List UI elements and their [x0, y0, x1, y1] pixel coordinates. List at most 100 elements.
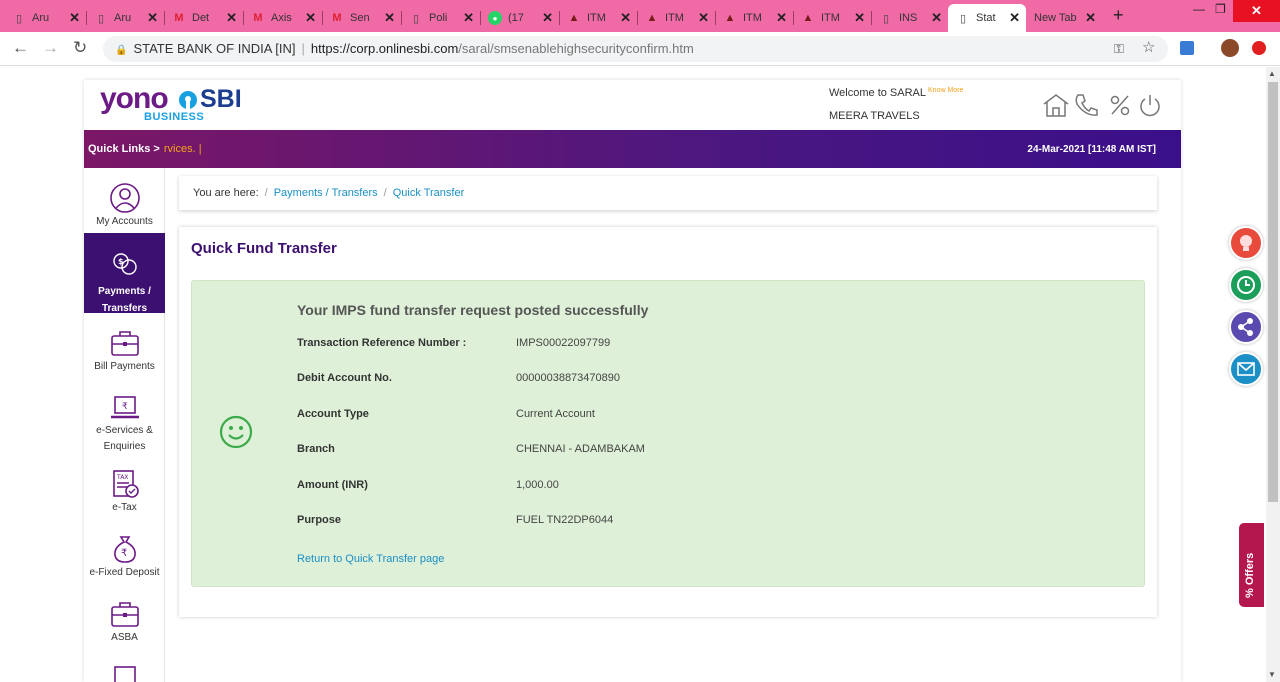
detail-value: Current Account [516, 408, 595, 420]
tab-close-icon[interactable]: ✕ [147, 11, 158, 25]
svg-text:₹: ₹ [122, 402, 128, 412]
browser-tab[interactable]: ▲ ITM ✕ [793, 4, 872, 32]
key-icon[interactable]: ⚿ [1114, 41, 1124, 57]
detail-row: Purpose FUEL TN22DP6044 [297, 514, 613, 526]
tab-close-icon[interactable]: ✕ [854, 11, 865, 25]
detail-row: Amount (INR) 1,000.00 [297, 479, 559, 491]
browser-tab[interactable]: M Axis ✕ [243, 4, 323, 32]
tab-close-icon[interactable]: ✕ [698, 11, 709, 25]
minimize-icon[interactable]: — [1193, 2, 1205, 16]
tab-close-icon[interactable]: ✕ [305, 11, 316, 25]
gmail-icon: M [253, 12, 263, 24]
svg-text:TAX: TAX [116, 474, 128, 481]
money-bag-icon: ₹ [113, 536, 136, 563]
tab-close-icon[interactable]: ✕ [463, 11, 474, 25]
breadcrumb-quick-transfer-link[interactable]: Quick Transfer [393, 187, 465, 199]
lock-icon: 🔒 [115, 45, 128, 56]
sidebar-item-e-tax[interactable]: TAX e-Tax [84, 468, 165, 532]
browser-tab[interactable]: M Sen ✕ [322, 4, 402, 32]
tab-close-icon[interactable]: ✕ [542, 11, 553, 25]
detail-row: Debit Account No. 00000038873470890 [297, 372, 620, 384]
tab-close-icon[interactable]: ✕ [620, 11, 631, 25]
star-icon[interactable]: ☆ [1142, 38, 1155, 56]
sidebar-item-label: My Accounts [96, 216, 153, 227]
back-icon[interactable]: ← [12, 38, 29, 58]
doc-icon: ▯ [15, 12, 23, 25]
tab-close-icon[interactable]: ✕ [384, 11, 395, 25]
url-field[interactable]: 🔒 STATE BANK OF INDIA [IN] | https://corp.o… [103, 36, 1168, 62]
page-content: yono SBI BUSINESS Welcome to SARAL Know M… [0, 67, 1266, 682]
bulb-icon[interactable] [1229, 226, 1263, 260]
offers-tab[interactable]: % Offers [1239, 523, 1264, 607]
new-tab-button[interactable]: + [1113, 5, 1124, 26]
sidebar-item-my-accounts[interactable]: My Accounts [84, 168, 165, 232]
tax-icon: TAX [112, 470, 139, 498]
window-close-button[interactable]: ✕ [1233, 0, 1280, 22]
browser-tab[interactable]: M Det ✕ [164, 4, 244, 32]
know-more-link[interactable]: Know More [928, 87, 963, 94]
history-icon[interactable] [1229, 268, 1263, 302]
quick-fund-transfer-card: Quick Fund Transfer Your IMPS fund trans… [179, 227, 1157, 617]
tab-close-icon[interactable]: ✕ [226, 11, 237, 25]
tab-close-icon[interactable]: ✕ [1009, 11, 1020, 25]
ticker-text: rvices. | [163, 143, 202, 155]
browser-tab[interactable]: ▯ Aru ✕ [4, 4, 87, 32]
tab-close-icon[interactable]: ✕ [931, 11, 942, 25]
sidebar-item-label: e-Services & Enquiries [96, 425, 153, 452]
sidebar-item-asba[interactable]: ASBA [84, 598, 165, 662]
home-icon[interactable] [1042, 92, 1070, 118]
breadcrumb-payments-link[interactable]: Payments / Transfers [274, 187, 378, 199]
doc-icon: ▯ [882, 12, 890, 25]
phone-icon[interactable] [1073, 92, 1099, 118]
return-to-quick-transfer-link[interactable]: Return to Quick Transfer page [297, 553, 444, 565]
browser-tab[interactable]: ▯ Poli ✕ [401, 4, 481, 32]
gmail-icon: M [174, 12, 184, 24]
detail-row: Branch CHENNAI - ADAMBAKAM [297, 443, 645, 455]
scrollbar-thumb[interactable] [1268, 82, 1278, 502]
browser-tab[interactable]: ▯ INS ✕ [871, 4, 948, 32]
sidebar-item-bill-payments[interactable]: Bill Payments [84, 318, 165, 382]
restore-icon[interactable]: ❐ [1215, 2, 1226, 16]
mail-icon[interactable] [1229, 352, 1263, 386]
scroll-down-arrow[interactable]: ▼ [1268, 670, 1276, 679]
svg-text:₹: ₹ [121, 548, 127, 559]
forward-icon[interactable]: → [42, 38, 59, 58]
quick-links[interactable]: Quick Links > rvices. | [88, 143, 202, 155]
detail-label: Purpose [297, 514, 342, 526]
browser-tab[interactable]: ▲ ITM ✕ [637, 4, 716, 32]
browser-tab[interactable]: ▲ ITM ✕ [715, 4, 794, 32]
browser-tab[interactable]: ● (17 ✕ [480, 4, 560, 32]
detail-value: CHENNAI - ADAMBAKAM [516, 443, 645, 455]
detail-label: Debit Account No. [297, 372, 392, 384]
doc-icon: ▯ [959, 12, 967, 25]
browser-tab[interactable]: ▯ Aru ✕ [86, 4, 165, 32]
browser-tab[interactable]: ▲ ITM ✕ [559, 4, 638, 32]
itm-icon: ▲ [568, 12, 580, 24]
browser-tab[interactable]: New Tab ✕ [1026, 4, 1102, 32]
sidebar-item-label: e-Tax [112, 502, 137, 513]
power-icon[interactable] [1138, 92, 1162, 118]
profile-avatar[interactable] [1221, 39, 1239, 57]
detail-row: Transaction Reference Number : IMPS000220… [297, 337, 610, 349]
detail-label: Account Type [297, 408, 369, 420]
scroll-up-arrow[interactable]: ▲ [1268, 69, 1276, 78]
itm-icon: ▲ [802, 12, 814, 24]
browser-tab-active[interactable]: ▯ Stat ✕ [948, 4, 1026, 32]
company-name: MEERA TRAVELS [829, 110, 920, 122]
reload-icon[interactable]: ↻ [73, 38, 87, 58]
sbi-logo[interactable]: SBI [179, 85, 242, 114]
sidebar-item-more[interactable] [84, 664, 165, 682]
tab-close-icon[interactable]: ✕ [776, 11, 787, 25]
tab-close-icon[interactable]: ✕ [1085, 11, 1096, 25]
offers-percent-icon[interactable] [1108, 92, 1132, 118]
sidebar-item-payments[interactable]: $ Payments / Transfers [84, 233, 165, 314]
opera-icon[interactable] [1252, 41, 1266, 55]
sidebar-item-e-services[interactable]: ₹ e-Services & Enquiries [84, 388, 165, 458]
sbi-logo-icon [179, 90, 197, 109]
detail-value: 00000038873470890 [516, 372, 621, 384]
sidebar-item-e-fixed-deposit[interactable]: ₹ e-Fixed Deposit [84, 531, 165, 595]
briefcase-icon [110, 602, 139, 627]
tab-close-icon[interactable]: ✕ [69, 11, 80, 25]
share-icon[interactable] [1229, 310, 1263, 344]
extension-icon[interactable] [1180, 41, 1194, 55]
